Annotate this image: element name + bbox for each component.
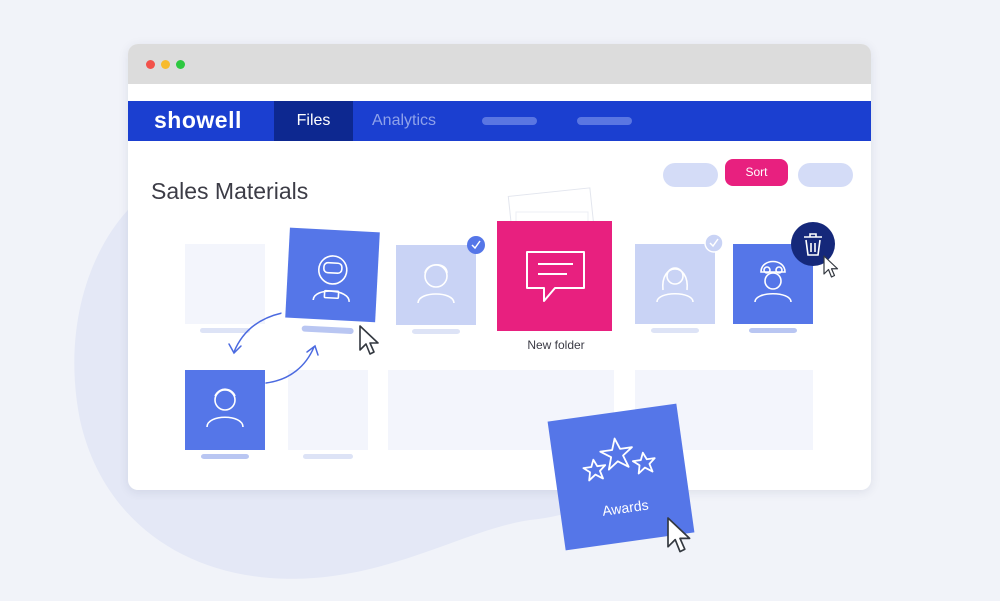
- minimize-dot[interactable]: [161, 60, 170, 69]
- nav-placeholder[interactable]: [577, 117, 632, 125]
- maximize-dot[interactable]: [176, 60, 185, 69]
- filter-button[interactable]: [663, 163, 718, 187]
- sort-button[interactable]: Sort: [725, 159, 788, 186]
- file-name-placeholder: [200, 328, 250, 333]
- tab-files[interactable]: Files: [274, 101, 353, 141]
- window-titlebar: [128, 44, 871, 84]
- file-name-placeholder: [303, 454, 353, 459]
- page-title: Sales Materials: [151, 178, 309, 204]
- awards-file-card[interactable]: Awards: [547, 403, 695, 551]
- top-navbar: showell Files Analytics: [128, 101, 871, 141]
- tab-analytics[interactable]: Analytics: [372, 101, 436, 141]
- file-placeholder[interactable]: [288, 370, 368, 450]
- new-folder-label: New folder: [527, 338, 585, 352]
- file-placeholder[interactable]: [185, 244, 265, 324]
- close-dot[interactable]: [146, 60, 155, 69]
- nav-placeholder[interactable]: [482, 117, 537, 125]
- showell-logo[interactable]: showell: [154, 107, 242, 134]
- view-button[interactable]: [798, 163, 853, 187]
- browser-window: showell Files Analytics Sort Sales Mater…: [128, 44, 871, 490]
